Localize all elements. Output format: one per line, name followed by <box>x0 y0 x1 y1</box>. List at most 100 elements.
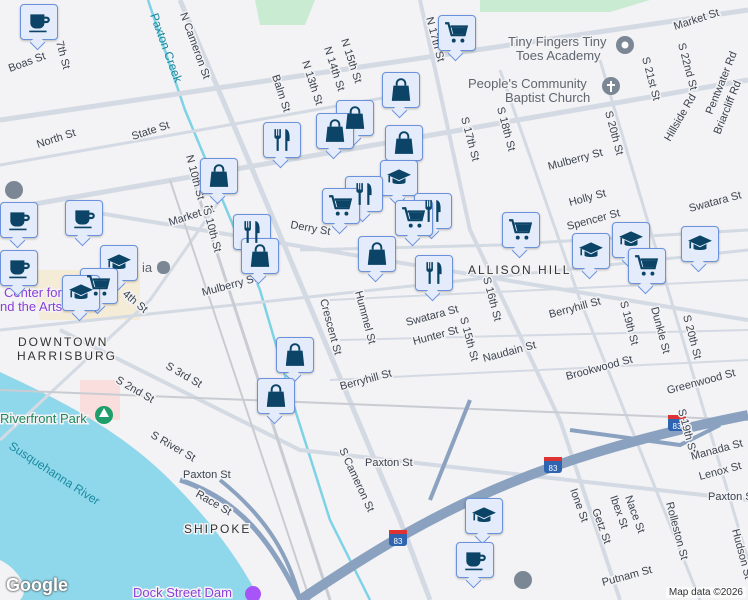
svg-text:S 16th St: S 16th St <box>480 276 503 323</box>
grocery-marker[interactable] <box>438 15 476 51</box>
graduation-cap-icon <box>471 503 497 529</box>
school-marker[interactable] <box>681 226 719 262</box>
shopping-bag-icon <box>322 118 348 144</box>
school-marker[interactable] <box>465 498 503 534</box>
graduation-cap-icon <box>386 165 412 191</box>
poi-label[interactable]: Dock Street Dam <box>132 584 234 600</box>
shopping-cart-icon <box>508 217 534 243</box>
svg-text:S 15th St: S 15th St <box>457 316 480 363</box>
svg-text:Dunkle St: Dunkle St <box>648 306 672 355</box>
svg-text:7th St: 7th St <box>53 40 72 71</box>
poi-label[interactable]: Baptist Church <box>504 89 592 107</box>
svg-text:Paxton St: Paxton St <box>365 457 413 469</box>
svg-text:Holly St: Holly St <box>568 187 608 208</box>
graduation-cap-icon <box>68 280 94 306</box>
google-logo[interactable]: Google <box>6 575 68 596</box>
coffee-icon <box>26 9 52 35</box>
shopping-marker[interactable] <box>385 125 423 161</box>
svg-text:Hillside Rd: Hillside Rd <box>662 92 699 144</box>
svg-text:North St: North St <box>35 127 77 151</box>
shopping-bag-icon <box>391 130 417 156</box>
coffee-icon <box>71 205 97 231</box>
svg-text:S 21st St: S 21st St <box>639 56 662 102</box>
svg-text:Hudson St: Hudson St <box>729 528 748 581</box>
coffee-icon <box>6 207 32 233</box>
svg-text:N 13th St: N 13th St <box>299 59 325 106</box>
coffee-marker[interactable] <box>456 542 494 578</box>
shopping-bag-icon <box>247 243 273 269</box>
coffee-icon <box>6 255 32 281</box>
poi-label[interactable]: nd the Arts <box>0 298 64 316</box>
svg-text:Rolleston St: Rolleston St <box>663 501 690 561</box>
grocery-marker[interactable] <box>502 212 540 248</box>
shopping-marker[interactable] <box>241 238 279 274</box>
svg-text:Getz St: Getz St <box>589 507 613 546</box>
map-attribution[interactable]: Map data ©2026 <box>665 587 746 598</box>
svg-text:83: 83 <box>394 537 403 546</box>
grocery-marker[interactable] <box>628 248 666 284</box>
susquehanna-river <box>0 372 260 600</box>
coffee-marker[interactable] <box>65 200 103 236</box>
shopping-cart-icon <box>444 20 470 46</box>
poi-label[interactable]: People's Community <box>467 75 589 93</box>
school-marker[interactable] <box>572 233 610 269</box>
svg-text:Swatara St: Swatara St <box>688 189 743 215</box>
school-place-icon[interactable] <box>514 571 532 589</box>
svg-text:Hunter St: Hunter St <box>412 324 460 348</box>
svg-text:Paxton St: Paxton St <box>183 469 231 481</box>
svg-text:S 22nd St: S 22nd St <box>675 42 699 92</box>
restaurant-marker[interactable] <box>263 122 301 158</box>
fork-knife-icon <box>269 127 295 153</box>
shopping-marker[interactable] <box>358 236 396 272</box>
svg-text:Naudain St: Naudain St <box>482 339 538 365</box>
coffee-marker[interactable] <box>0 250 38 286</box>
i83-shield: 83 <box>389 530 407 546</box>
svg-text:S River St: S River St <box>149 429 198 464</box>
svg-text:83: 83 <box>549 464 558 473</box>
svg-text:S 19th St: S 19th St <box>617 300 640 347</box>
shopping-cart-icon <box>401 205 427 231</box>
svg-text:Greenwood St: Greenwood St <box>666 367 737 397</box>
shopping-marker[interactable] <box>276 337 314 373</box>
shopping-marker[interactable] <box>257 378 295 414</box>
graduation-cap-icon <box>618 227 644 253</box>
svg-text:Berryhill St: Berryhill St <box>339 368 393 393</box>
svg-text:S 17th St: S 17th St <box>458 116 481 163</box>
graduation-cap-icon <box>687 231 713 257</box>
shopping-marker[interactable] <box>382 72 420 108</box>
shopping-bag-icon <box>388 77 414 103</box>
poi-label: ia <box>142 260 153 275</box>
fork-knife-icon <box>421 260 447 286</box>
shopping-marker[interactable] <box>200 158 238 194</box>
school-marker[interactable] <box>380 160 418 196</box>
shopping-bag-icon <box>206 163 232 189</box>
svg-text:Paxton St: Paxton St <box>708 491 748 503</box>
shopping-cart-icon <box>634 253 660 279</box>
svg-text:Berryhill St: Berryhill St <box>548 296 602 321</box>
coffee-icon <box>462 547 488 573</box>
neighborhood-label: DOWNTOWN <box>18 335 108 349</box>
coffee-marker[interactable] <box>20 4 58 40</box>
i83-shield: 83 <box>544 457 562 473</box>
shopping-bag-icon <box>263 383 289 409</box>
train-station-icon[interactable] <box>157 261 170 274</box>
svg-text:Boas St: Boas St <box>7 50 47 74</box>
fork-knife-icon <box>239 219 265 245</box>
coffee-marker[interactable] <box>0 202 38 238</box>
neighborhood-label: ALLISON HILL <box>468 263 571 277</box>
poi-label[interactable]: Riverfront Park <box>0 410 89 428</box>
shopping-cart-icon <box>328 193 354 219</box>
graduation-cap-icon <box>578 238 604 264</box>
museum-icon[interactable] <box>5 181 23 199</box>
poi-label[interactable]: Toes Academy <box>515 47 603 65</box>
shopping-bag-icon <box>282 342 308 368</box>
creek-label: Paxton Creek <box>147 11 185 85</box>
neighborhood-label: SHIPOKE <box>184 522 251 536</box>
poi-label[interactable]: Tiny Fingers Tiny <box>507 33 609 51</box>
svg-text:Brookwood St: Brookwood St <box>565 354 634 383</box>
svg-text:Market St: Market St <box>672 7 720 33</box>
neighborhood-label: HARRISBURG <box>17 349 117 363</box>
restaurant-marker[interactable] <box>415 255 453 291</box>
svg-text:Mulberry St: Mulberry St <box>547 147 604 173</box>
shopping-bag-icon <box>364 241 390 267</box>
